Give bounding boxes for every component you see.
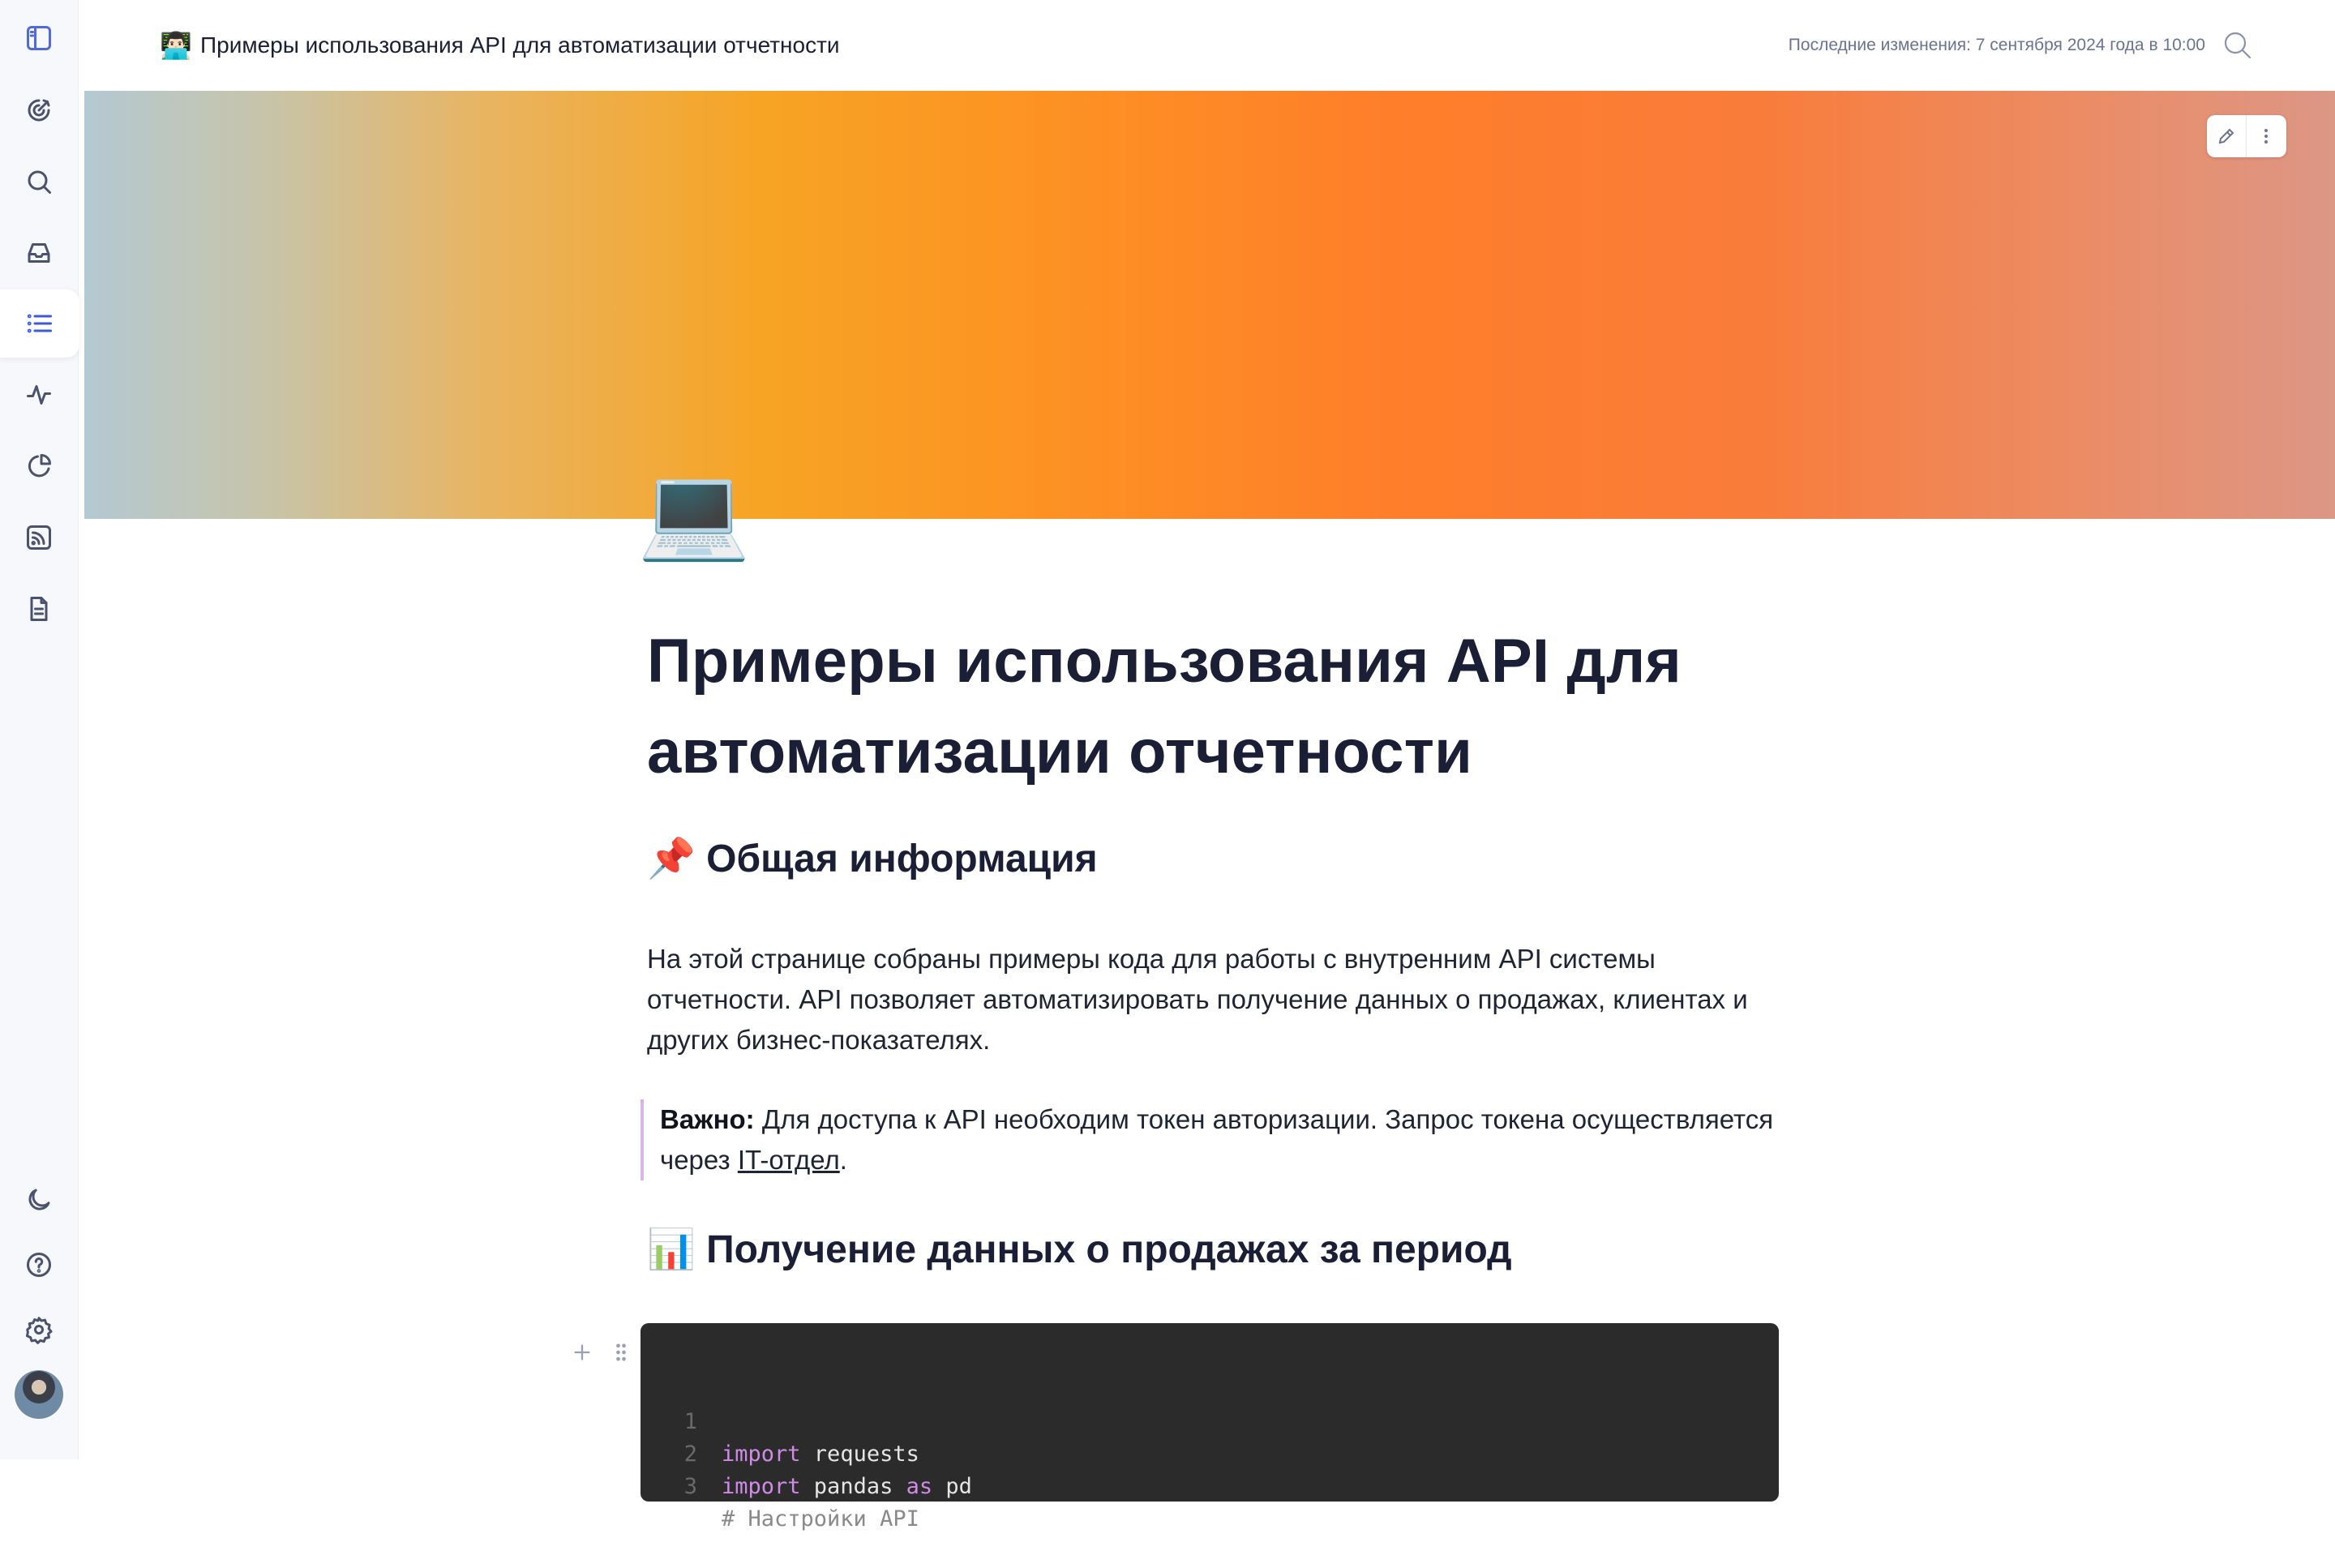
code-keyword: import [722, 1474, 801, 1499]
sidebar-item-goals[interactable] [0, 76, 78, 144]
important-callout[interactable]: Важно: Для доступа к API необходим токен… [641, 1099, 1795, 1180]
it-department-link[interactable]: IT-отдел [738, 1145, 840, 1175]
sidebar-item-activity[interactable] [0, 361, 78, 429]
gear-icon [25, 1317, 53, 1344]
page-icon[interactable]: 💻 [637, 464, 750, 561]
search-icon [28, 170, 51, 194]
section-heading-text: Общая информация [706, 838, 1098, 880]
document-icon [30, 597, 48, 621]
chart-emoji: 📊 [647, 1228, 696, 1271]
page-content: Примеры использования API для автоматиза… [641, 616, 1782, 1271]
sidebar-item-inbox[interactable] [0, 219, 78, 287]
callout-bold-label: Важно: [660, 1104, 755, 1134]
more-vertical-icon [2264, 129, 2268, 144]
pencil-icon [2218, 128, 2234, 144]
page-title[interactable]: Примеры использования API для автоматиза… [647, 616, 1782, 798]
theme-toggle-button[interactable] [0, 1166, 78, 1234]
pie-chart-icon [28, 454, 51, 478]
add-block-button[interactable] [568, 1338, 597, 1367]
section-heading-general[interactable]: 📌 Общая информация [647, 833, 1098, 885]
panel-icon [27, 26, 51, 50]
sidebar-item-pages[interactable] [0, 575, 78, 643]
last-modified-text: Последние изменения: 7 сентября 2024 год… [1788, 36, 2205, 54]
code-line: 3 # Настройки API [641, 1438, 919, 1568]
callout-text-end: . [839, 1145, 847, 1175]
cover-more-button[interactable] [2247, 115, 2286, 157]
sidebar-item-feed[interactable] [0, 503, 78, 572]
edit-cover-button[interactable] [2207, 115, 2246, 157]
intro-paragraph[interactable]: На этой странице собраны примеры кода дл… [647, 939, 1782, 1060]
moon-icon [28, 1189, 50, 1210]
code-text: pandas [800, 1474, 906, 1499]
sidebar-item-reports[interactable] [0, 432, 78, 500]
code-keyword: import [722, 1442, 801, 1467]
page-cover-image [84, 91, 2335, 519]
list-icon [27, 314, 52, 333]
sidebar-toggle-button[interactable] [0, 4, 78, 72]
plus-icon [574, 1344, 590, 1360]
header-page-emoji: 👨🏻‍💻 [160, 31, 192, 60]
search-icon [2224, 32, 2251, 59]
avatar[interactable] [15, 1370, 63, 1419]
cover-toolbar [2207, 115, 2286, 157]
section-heading-sales[interactable]: 📊 Получение данных о продажах за период [647, 1224, 1512, 1276]
code-text: pd [932, 1474, 972, 1499]
code-text: requests [800, 1442, 919, 1467]
code-block[interactable]: 1 import requests 2 import pandas as pd … [641, 1323, 1779, 1532]
sidebar-item-documents[interactable] [0, 289, 79, 358]
rss-icon [27, 525, 51, 550]
inbox-icon [28, 243, 50, 263]
drag-handle-icon [616, 1343, 626, 1361]
top-bar: 👨🏻‍💻 Примеры использования API для автом… [79, 0, 2335, 91]
code-comment: # Настройки API [722, 1506, 919, 1532]
line-number: 3 [683, 1474, 697, 1499]
sidebar [0, 0, 79, 1459]
header-page-title: Примеры использования API для автоматиза… [200, 32, 840, 58]
drag-handle[interactable] [606, 1338, 636, 1367]
settings-button[interactable] [0, 1296, 78, 1364]
sidebar-item-search[interactable] [0, 148, 78, 216]
help-icon [27, 1253, 51, 1277]
code-keyword: as [906, 1474, 933, 1499]
help-button[interactable] [0, 1231, 78, 1299]
target-icon [28, 99, 50, 122]
activity-icon [27, 385, 51, 405]
section-heading-text: Получение данных о продажах за период [706, 1228, 1512, 1271]
pin-emoji: 📌 [647, 838, 696, 880]
header-search-button[interactable] [2221, 29, 2254, 62]
